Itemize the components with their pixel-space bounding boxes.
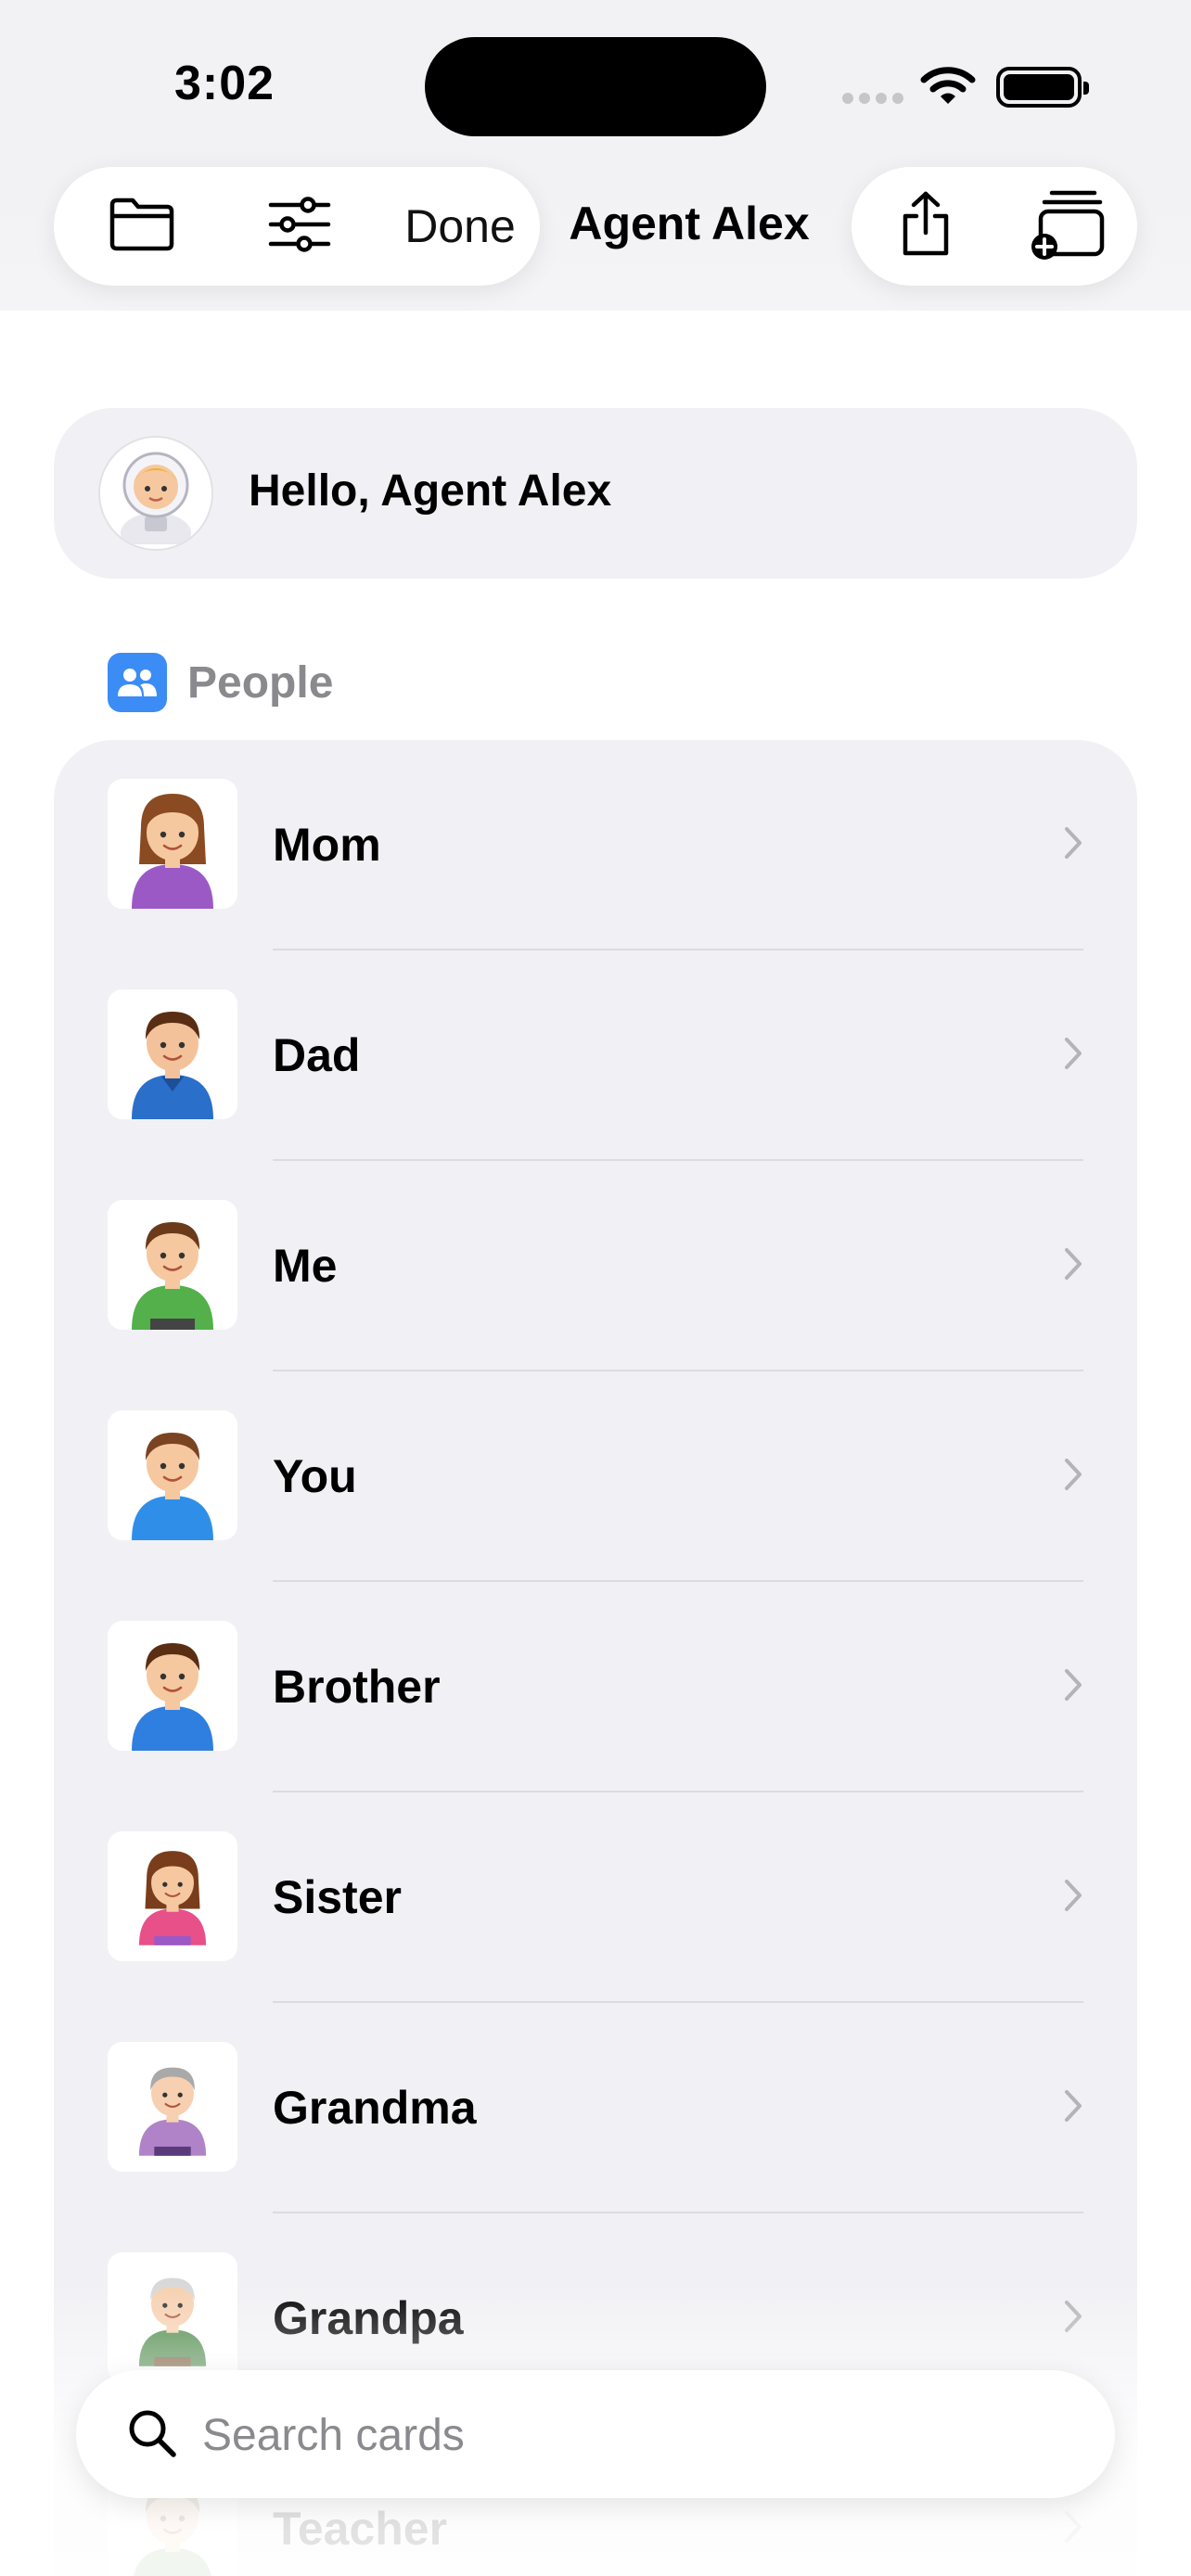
mom-card-image [108, 779, 237, 909]
card-row-me[interactable]: Me [54, 1161, 1137, 1371]
share-icon [898, 190, 954, 263]
search-icon [126, 2407, 178, 2464]
share-button[interactable] [870, 167, 981, 286]
me-card-image [108, 1200, 237, 1330]
chevron-right-icon [1063, 825, 1083, 865]
card-row-brother[interactable]: Brother [54, 1582, 1137, 1792]
card-row-dad[interactable]: Dad [54, 950, 1137, 1161]
card-label: You [273, 1450, 357, 1502]
chevron-right-icon [1063, 1036, 1083, 1076]
astronaut-avatar-icon [121, 452, 191, 544]
status-time: 3:02 [174, 57, 275, 110]
dynamic-island [425, 37, 766, 136]
card-label: Brother [273, 1661, 441, 1713]
card-label: Mom [273, 819, 381, 871]
chevron-right-icon [1063, 1878, 1083, 1918]
wifi-icon [920, 65, 976, 112]
status-bar: 3:02 [0, 0, 1191, 167]
add-card-button[interactable] [1011, 167, 1126, 286]
card-row-sister[interactable]: Sister [54, 1792, 1137, 2003]
card-label: Teacher [273, 2503, 448, 2555]
toolbar-right-group [852, 167, 1137, 286]
toolbar-left-group: Done [54, 167, 540, 286]
greeting-text: Hello, Agent Alex [249, 466, 612, 516]
battery-icon [996, 67, 1089, 108]
nav-title: Agent Alex [569, 198, 810, 249]
card-label: Me [273, 1240, 338, 1292]
avatar [98, 436, 213, 551]
chevron-right-icon [1063, 1667, 1083, 1707]
section-label: People [187, 657, 334, 708]
greeting-card[interactable]: Hello, Agent Alex [54, 408, 1137, 579]
card-row-you[interactable]: You [54, 1371, 1137, 1582]
card-row-grandma[interactable]: Grandma [54, 2003, 1137, 2213]
chevron-right-icon [1063, 1457, 1083, 1497]
search-input[interactable] [202, 2398, 1037, 2472]
sliders-icon [267, 196, 332, 258]
chevron-right-icon [1063, 2509, 1083, 2549]
search-bar[interactable] [76, 2370, 1115, 2498]
grandpa-card-image [108, 2252, 237, 2382]
sister-card-image [108, 1831, 237, 1961]
filter-button[interactable] [239, 167, 360, 286]
folder-button[interactable] [82, 167, 202, 286]
you-card-image [108, 1410, 237, 1540]
people-icon [108, 653, 167, 712]
chevron-right-icon [1063, 2088, 1083, 2128]
section-header-people: People [108, 653, 333, 712]
dad-card-image [108, 989, 237, 1119]
card-label: Grandma [273, 2082, 477, 2134]
card-label: Grandpa [273, 2292, 464, 2344]
done-button[interactable]: Done [388, 167, 532, 286]
brother-card-image [108, 1621, 237, 1751]
folder-icon [108, 196, 176, 258]
card-label: Sister [273, 1871, 402, 1923]
card-row-mom[interactable]: Mom [54, 740, 1137, 950]
chevron-right-icon [1063, 2299, 1083, 2339]
grandma-card-image [108, 2042, 237, 2172]
card-label: Dad [273, 1029, 361, 1081]
cards-list: Mom Dad Me You Brother Sister Grandma Gr… [54, 740, 1137, 2576]
chevron-right-icon [1063, 1246, 1083, 1286]
cellular-signal-icon [842, 93, 903, 104]
add-card-stack-icon [1030, 187, 1108, 266]
